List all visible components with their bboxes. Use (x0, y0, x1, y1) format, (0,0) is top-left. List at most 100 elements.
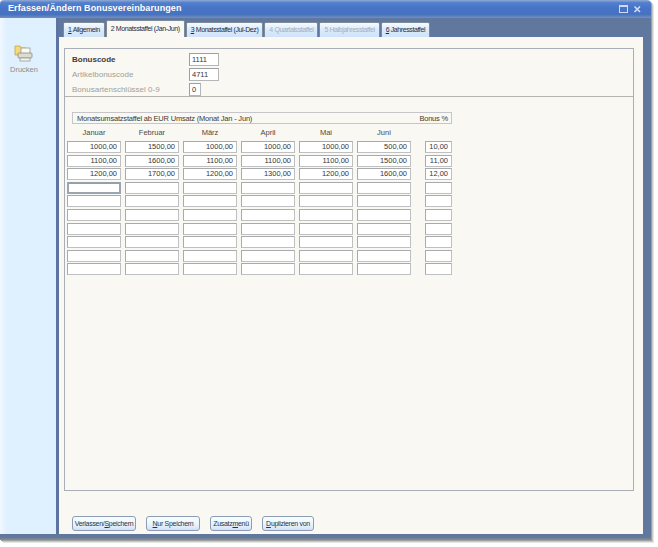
grid-cell[interactable] (67, 195, 121, 207)
grid-cell[interactable] (67, 182, 121, 194)
grid-cell[interactable]: 1100,00 (67, 155, 121, 167)
grid-cell[interactable] (183, 236, 237, 248)
grid-cell[interactable]: 1100,00 (299, 155, 353, 167)
grid-cell[interactable] (357, 195, 411, 207)
restore-icon[interactable] (619, 5, 628, 13)
grid-cell[interactable]: 1600,00 (125, 155, 179, 167)
column-label: Februar (125, 128, 179, 137)
bonus-cell[interactable] (425, 182, 452, 194)
grid-cell[interactable] (299, 195, 353, 207)
print-button[interactable]: Drucken (0, 43, 48, 74)
grid-cell[interactable] (299, 223, 353, 235)
grid-cell[interactable]: 1000,00 (299, 141, 353, 153)
grid-cell[interactable] (183, 182, 237, 194)
grid-cell[interactable]: 1200,00 (299, 168, 353, 180)
dialog-body: Drucken 1 Allgemein2 Monatsstaffel (Jan-… (0, 18, 651, 540)
grid-cell[interactable]: 1100,00 (241, 155, 295, 167)
grid-cell[interactable]: 1000,00 (183, 141, 237, 153)
grid-cell[interactable] (125, 263, 179, 275)
button-2[interactable]: Nur Speichern (146, 516, 200, 531)
grid-cell[interactable]: 1500,00 (125, 141, 179, 153)
grid-cell[interactable] (183, 223, 237, 235)
grid-cell[interactable] (125, 182, 179, 194)
close-icon[interactable] (633, 5, 642, 14)
bonus-cell[interactable]: 11,00 (425, 155, 452, 167)
separator-line (65, 96, 633, 97)
grid-cell[interactable] (183, 263, 237, 275)
grid-cell[interactable] (183, 209, 237, 221)
bonus-cell[interactable] (425, 236, 452, 248)
button-row: Verlassen/Speichern Nur Speichern Zusatzme… (72, 516, 314, 531)
bonus-cell[interactable] (425, 263, 452, 275)
bonus-cell[interactable] (425, 209, 452, 221)
grid-cell[interactable] (67, 250, 121, 262)
grid-cell[interactable] (183, 195, 237, 207)
staffel-header-bar: Monatsumsatzstaffel ab EUR Umsatz (Monat… (72, 112, 452, 124)
grid-cell[interactable] (299, 263, 353, 275)
grid-cell[interactable] (357, 250, 411, 262)
grid-cell[interactable]: 500,00 (357, 141, 411, 153)
bonus-cell[interactable]: 12,00 (425, 168, 452, 180)
grid-cell[interactable]: 1100,00 (183, 155, 237, 167)
grid-cell[interactable] (299, 236, 353, 248)
form-field[interactable]: 0 (189, 83, 201, 96)
grid-cell[interactable]: 1300,00 (241, 168, 295, 180)
grid-cell[interactable] (67, 263, 121, 275)
tab-3[interactable]: 3 Monatsstaffel (Jul-Dez) (186, 22, 264, 37)
grid-cell[interactable]: 1200,00 (183, 168, 237, 180)
form-panel: Bonuscode1111Artikelbonuscode4711Bonusar… (64, 48, 634, 491)
grid-cell[interactable]: 1700,00 (125, 168, 179, 180)
grid-cell[interactable] (125, 236, 179, 248)
grid-cell[interactable] (299, 250, 353, 262)
column-label: Mai (299, 128, 353, 137)
grid-cell[interactable]: 1600,00 (357, 168, 411, 180)
button-3[interactable]: Zusatzmenü (210, 516, 252, 531)
printer-icon (14, 43, 34, 64)
bonus-cell[interactable] (425, 223, 452, 235)
grid-cell[interactable] (67, 209, 121, 221)
bonus-cell[interactable] (425, 250, 452, 262)
grid-cell[interactable] (125, 250, 179, 262)
grid-cell[interactable] (67, 236, 121, 248)
grid-cell[interactable] (183, 250, 237, 262)
grid-cell[interactable] (241, 250, 295, 262)
grid-cell[interactable]: 1000,00 (241, 141, 295, 153)
form-label: Bonusartenschlüssel 0-9 (72, 85, 160, 94)
grid-cell[interactable] (241, 223, 295, 235)
tab-2[interactable]: 2 Monatsstaffel (Jan-Jun) (106, 20, 185, 37)
grid-cell[interactable] (125, 223, 179, 235)
grid-cell[interactable] (241, 236, 295, 248)
grid-cell[interactable]: 1000,00 (67, 141, 121, 153)
tab-1[interactable]: 1 Allgemein (63, 22, 105, 37)
grid-cell[interactable]: 1500,00 (357, 155, 411, 167)
grid-cell[interactable] (125, 209, 179, 221)
grid-cell[interactable] (299, 209, 353, 221)
grid-cell[interactable] (357, 263, 411, 275)
form-field[interactable]: 4711 (189, 68, 219, 81)
button-1[interactable]: Verlassen/Speichern (72, 516, 136, 531)
form-field[interactable]: 1111 (189, 53, 219, 66)
bonus-cell[interactable]: 10,00 (425, 141, 452, 153)
grid-cell[interactable]: 1200,00 (67, 168, 121, 180)
grid-cell[interactable] (241, 182, 295, 194)
form-label: Bonuscode (72, 55, 116, 64)
grid-cell[interactable] (357, 182, 411, 194)
bottom-frame-edge (0, 534, 651, 540)
print-label: Drucken (0, 65, 48, 74)
grid-cell[interactable] (357, 209, 411, 221)
grid-cell[interactable] (241, 209, 295, 221)
grid-cell[interactable] (357, 223, 411, 235)
dialog-window: Erfassen/Ändern Bonusvereinbarungen Druc… (0, 0, 651, 540)
grid-cell[interactable] (299, 182, 353, 194)
title-bar[interactable]: Erfassen/Ändern Bonusvereinbarungen (0, 0, 651, 18)
grid-cell[interactable] (241, 195, 295, 207)
grid-cell[interactable] (125, 195, 179, 207)
grid-cell[interactable] (241, 263, 295, 275)
tab-6[interactable]: 6 Jahresstaffel (381, 22, 430, 37)
tab-page: Bonuscode1111Artikelbonuscode4711Bonusar… (59, 37, 643, 534)
tab-strip: 1 Allgemein2 Monatsstaffel (Jan-Jun)3 Mo… (59, 18, 643, 37)
bonus-cell[interactable] (425, 195, 452, 207)
button-4[interactable]: Duplizieren von (262, 516, 314, 531)
grid-cell[interactable] (67, 223, 121, 235)
grid-cell[interactable] (357, 236, 411, 248)
